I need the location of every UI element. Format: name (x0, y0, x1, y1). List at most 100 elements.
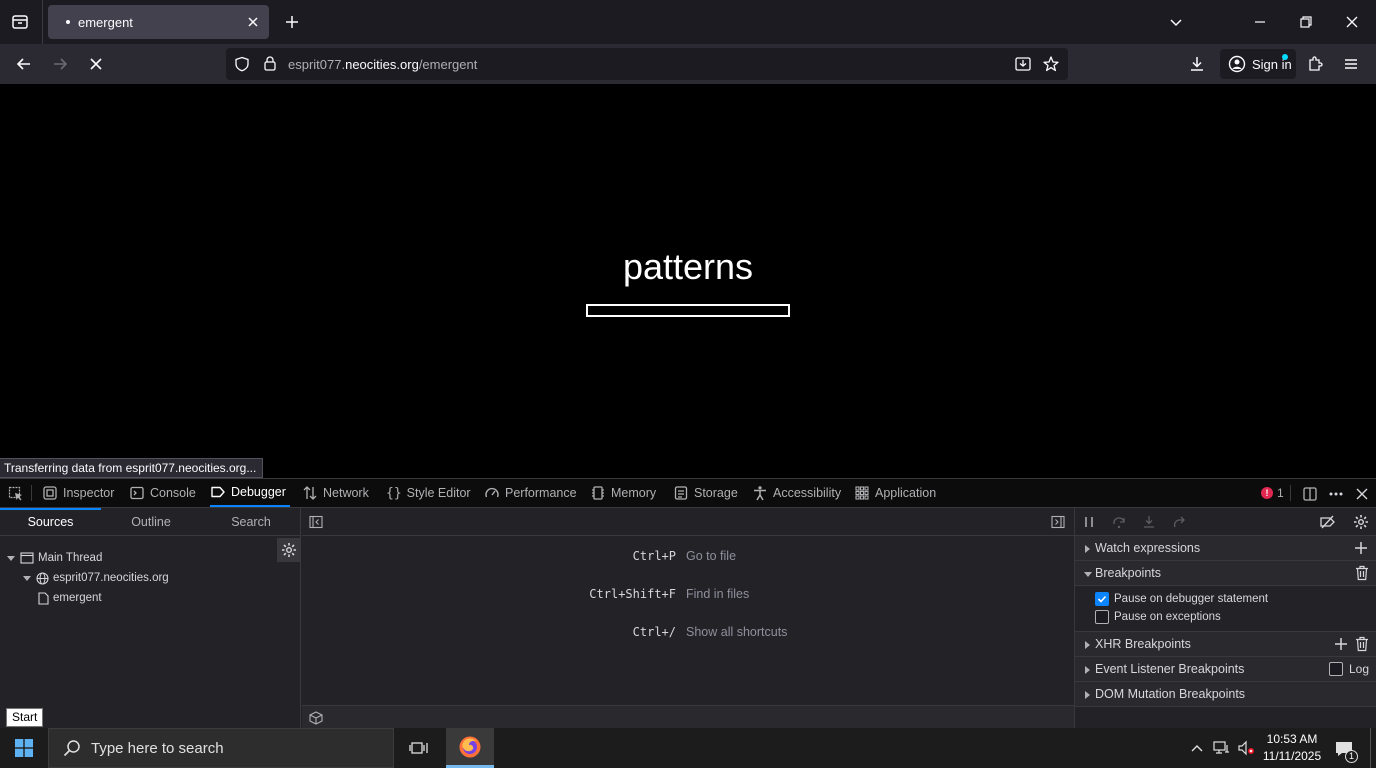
tab-storage[interactable]: Storage (673, 479, 738, 507)
tree-item-main-thread[interactable]: Main Thread (6, 548, 102, 568)
tab-close-icon[interactable] (245, 14, 261, 30)
downloads-icon[interactable] (1188, 55, 1206, 73)
network-tray-icon[interactable] (1212, 740, 1232, 756)
pause-on-debugger-option[interactable]: Pause on debugger statement (1095, 590, 1268, 608)
tab-performance[interactable]: Performance (484, 479, 577, 507)
stop-loading-button[interactable] (86, 54, 106, 74)
volume-muted-icon[interactable] (1236, 740, 1256, 756)
windows-taskbar: Type here to search 10:53 AM 11/11/2025 … (0, 728, 1376, 768)
tab-label: Accessibility (773, 486, 842, 500)
shortcut-go-to-file: Ctrl+P Go to file (302, 549, 1074, 567)
pause-on-exceptions-option[interactable]: Pause on exceptions (1095, 608, 1221, 626)
minimize-button[interactable] (1248, 10, 1272, 34)
tab-overflow-chevron-icon[interactable] (1164, 10, 1188, 34)
dock-side-icon[interactable] (1300, 484, 1320, 504)
close-window-button[interactable] (1340, 10, 1364, 34)
tab-sources[interactable]: Sources (0, 508, 101, 536)
toggle-sources-sidebar-icon[interactable] (308, 514, 324, 530)
url-host-prefix: esprit077. (288, 57, 346, 72)
toggle-debugger-sidebar-icon[interactable] (1050, 514, 1066, 530)
add-xhr-plus-icon[interactable] (1333, 636, 1349, 652)
taskbar-clock[interactable]: 10:53 AM 11/11/2025 (1256, 731, 1328, 765)
url-bar[interactable]: esprit077.neocities.org/emergent (226, 48, 1068, 80)
tree-label: esprit077.neocities.org (53, 572, 169, 584)
show-hidden-icons-chevron-icon[interactable] (1188, 740, 1206, 756)
breakpoints-body: Pause on debugger statement Pause on exc… (1075, 586, 1376, 632)
tab-application[interactable]: Application (854, 479, 936, 507)
event-listener-breakpoints-header[interactable]: Event Listener Breakpoints Log (1075, 657, 1376, 682)
accordion-label: Breakpoints (1095, 566, 1162, 580)
accordion-label: DOM Mutation Breakpoints (1095, 687, 1246, 701)
tab-accessibility[interactable]: Accessibility (752, 479, 841, 507)
step-in-icon (1141, 514, 1157, 530)
forward-button[interactable] (50, 54, 70, 74)
inspector-icon (43, 486, 57, 500)
restore-button[interactable] (1294, 10, 1318, 34)
editor-footer (302, 705, 1074, 729)
loading-dot-icon (66, 20, 70, 24)
error-count: 1 (1277, 486, 1284, 500)
clock-time: 10:53 AM (1266, 732, 1318, 746)
tab-search[interactable]: Search (201, 508, 301, 536)
debugger-settings-gear-icon[interactable] (1353, 514, 1369, 530)
tab-label: Style Editor (406, 486, 471, 500)
shortcut-desc[interactable]: Show all shortcuts (686, 625, 787, 639)
notifications-icon[interactable]: 1 (1332, 738, 1358, 763)
deactivate-breakpoints-icon[interactable] (1319, 514, 1337, 530)
bookmark-star-icon[interactable] (1042, 55, 1060, 73)
option-label: Pause on exceptions (1114, 611, 1221, 623)
sources-tabs: Sources Outline Search (0, 508, 300, 536)
remove-breakpoints-trash-icon[interactable] (1355, 565, 1369, 581)
tab-list-icon[interactable] (10, 12, 30, 32)
globe-icon (36, 571, 49, 585)
tracking-shield-icon[interactable] (234, 56, 250, 72)
install-app-icon[interactable] (1014, 55, 1032, 73)
dom-mutation-breakpoints-header[interactable]: DOM Mutation Breakpoints (1075, 682, 1376, 707)
sources-settings-gear-icon[interactable] (277, 538, 301, 562)
shortcut-desc[interactable]: Go to file (686, 549, 736, 563)
sign-in-button[interactable]: Sign in (1220, 49, 1296, 79)
more-options-icon[interactable] (1326, 484, 1346, 504)
remove-xhr-trash-icon[interactable] (1355, 636, 1369, 652)
add-watch-plus-icon[interactable] (1353, 540, 1369, 556)
lock-icon[interactable] (262, 55, 278, 71)
account-icon (1228, 55, 1246, 73)
tab-style-editor[interactable]: {} Style Editor (386, 479, 471, 507)
xhr-breakpoints-header[interactable]: XHR Breakpoints (1075, 632, 1376, 657)
error-count-badge[interactable]: ! 1 (1261, 486, 1284, 500)
browser-tab[interactable]: emergent (48, 5, 269, 39)
shortcut-desc[interactable]: Find in files (686, 587, 749, 601)
debugger-icon (211, 486, 225, 498)
clock-date: 11/11/2025 (1262, 749, 1322, 763)
task-view-icon[interactable] (404, 738, 434, 758)
log-events-checkbox[interactable] (1328, 662, 1343, 676)
tab-console[interactable]: Console (129, 479, 196, 507)
pause-exceptions-checkbox[interactable] (1095, 610, 1109, 624)
tab-memory[interactable]: Memory (590, 479, 656, 507)
watch-expressions-header[interactable]: Watch expressions (1075, 536, 1376, 561)
taskbar-search-box[interactable]: Type here to search (48, 728, 394, 768)
tab-inspector[interactable]: Inspector (42, 479, 114, 507)
tab-debugger[interactable]: Debugger (210, 479, 290, 507)
tab-label: Performance (505, 486, 577, 500)
tab-network[interactable]: Network (302, 479, 369, 507)
tree-item-host[interactable]: esprit077.neocities.org (22, 568, 169, 588)
tab-label: Memory (611, 486, 657, 500)
tree-item-file[interactable]: emergent (38, 588, 102, 608)
show-desktop-button[interactable] (1370, 728, 1371, 768)
pause-debugger-checkbox[interactable] (1095, 592, 1109, 606)
tab-outline[interactable]: Outline (101, 508, 201, 536)
pause-icon[interactable] (1081, 514, 1097, 530)
new-tab-button[interactable] (282, 12, 302, 32)
source-map-cube-icon[interactable] (308, 710, 324, 726)
extensions-icon[interactable] (1306, 55, 1324, 73)
element-picker-icon[interactable] (6, 484, 26, 504)
windows-start-icon[interactable] (0, 728, 48, 768)
url-text[interactable]: esprit077.neocities.org/emergent (288, 57, 477, 72)
breakpoints-header[interactable]: Breakpoints (1075, 561, 1376, 586)
firefox-taskbar-button[interactable] (446, 728, 494, 768)
accessibility-icon (754, 486, 766, 501)
close-devtools-icon[interactable] (1352, 484, 1372, 504)
back-button[interactable] (14, 54, 34, 74)
app-menu-icon[interactable] (1342, 55, 1360, 73)
